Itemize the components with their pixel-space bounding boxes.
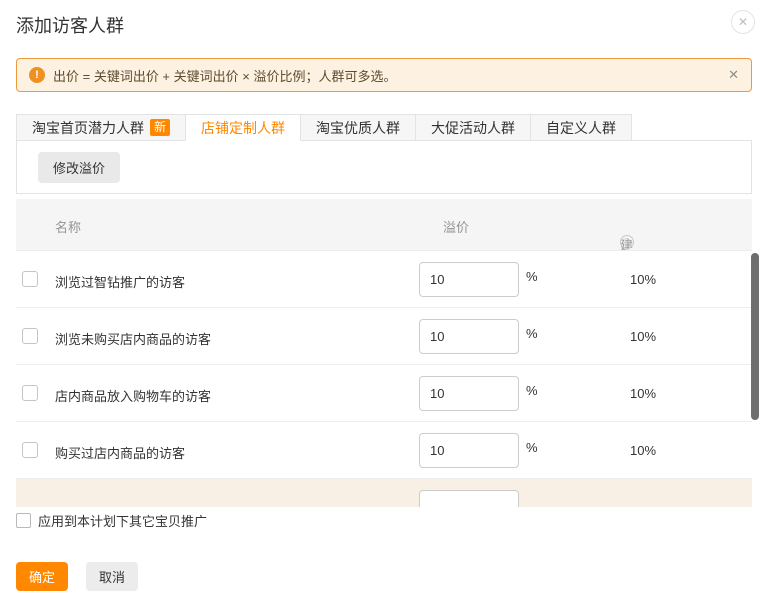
table-header: 名称 溢价 建议溢价 ? xyxy=(16,199,752,250)
audience-name: 店内商品放入购物车的访客 xyxy=(55,386,211,405)
audience-name: 浏览过智钻推广的访客 xyxy=(55,272,185,291)
premium-input[interactable] xyxy=(419,319,519,354)
cancel-button[interactable]: 取消 xyxy=(86,562,138,591)
tab-custom-audience[interactable]: 自定义人群 xyxy=(530,114,632,141)
suggested-premium: 10% xyxy=(630,329,656,344)
modal-title: 添加访客人群 xyxy=(16,12,124,38)
table-row: 浏览未购买店内商品的访客 % 10% xyxy=(16,308,752,365)
percent-label: % xyxy=(526,269,538,284)
tab-shop-custom[interactable]: 店铺定制人群 xyxy=(185,114,301,141)
tab-promotion-event[interactable]: 大促活动人群 xyxy=(415,114,531,141)
tab-label: 淘宝首页潜力人群 xyxy=(32,118,144,138)
suggested-premium: 10% xyxy=(630,272,656,287)
percent-label: % xyxy=(526,326,538,341)
apply-checkbox[interactable] xyxy=(16,513,31,528)
premium-input[interactable] xyxy=(419,376,519,411)
table-row: 店内商品放入购物车的访客 % 10% xyxy=(16,365,752,422)
alert-text: 出价 = 关键词出价 + 关键词出价 × 溢价比例；人群可多选。 xyxy=(53,66,396,85)
column-header-name: 名称 xyxy=(55,217,81,236)
tab-label: 大促活动人群 xyxy=(431,118,515,138)
premium-input[interactable] xyxy=(419,433,519,468)
alert-close-icon[interactable]: ✕ xyxy=(728,67,739,83)
row-checkbox[interactable] xyxy=(22,385,38,401)
tab-label: 淘宝优质人群 xyxy=(316,118,400,138)
suggested-premium: 10% xyxy=(630,443,656,458)
apply-to-other-promotions: 应用到本计划下其它宝贝推广 xyxy=(16,511,207,530)
percent-label: % xyxy=(526,383,538,398)
audience-tabs: 淘宝首页潜力人群 新 店铺定制人群 淘宝优质人群 大促活动人群 自定义人群 xyxy=(16,114,752,141)
row-checkbox[interactable] xyxy=(22,328,38,344)
suggested-premium: 10% xyxy=(630,386,656,401)
close-icon: ✕ xyxy=(738,15,748,29)
table-row: 浏览过智钻推广的访客 % 10% xyxy=(16,251,752,308)
premium-input[interactable] xyxy=(419,262,519,297)
new-badge: 新 xyxy=(150,119,170,136)
premium-input[interactable] xyxy=(419,490,519,507)
help-icon[interactable]: ? xyxy=(620,235,634,249)
column-header-premium: 溢价 xyxy=(443,217,469,236)
modify-premium-button[interactable]: 修改溢价 xyxy=(38,152,120,183)
warning-icon: ! xyxy=(29,67,45,83)
confirm-button[interactable]: 确定 xyxy=(16,562,68,591)
audience-name: 购买过店内商品的访客 xyxy=(55,443,185,462)
audience-name: 浏览未购买店内商品的访客 xyxy=(55,329,211,348)
tab-taobao-quality[interactable]: 淘宝优质人群 xyxy=(300,114,416,141)
footer-buttons: 确定 取消 xyxy=(16,562,138,591)
table-row: 购买过店内商品的访客 % 10% xyxy=(16,422,752,479)
row-checkbox[interactable] xyxy=(22,271,38,287)
tab-label: 店铺定制人群 xyxy=(201,118,285,138)
audience-table-body[interactable]: 浏览过智钻推广的访客 % 10% 浏览未购买店内商品的访客 % 10% 店内商品… xyxy=(16,250,752,507)
tab-content-panel: 修改溢价 xyxy=(16,141,752,194)
bid-formula-alert: ! 出价 = 关键词出价 + 关键词出价 × 溢价比例；人群可多选。 ✕ xyxy=(16,58,752,92)
modal-close-button[interactable]: ✕ xyxy=(731,10,755,34)
percent-label: % xyxy=(526,440,538,455)
row-checkbox[interactable] xyxy=(22,442,38,458)
tab-label: 自定义人群 xyxy=(546,118,616,138)
scrollbar-thumb[interactable] xyxy=(751,253,759,420)
tab-taobao-homepage-potential[interactable]: 淘宝首页潜力人群 新 xyxy=(16,114,186,141)
table-row-partial xyxy=(16,479,752,507)
add-visitor-audience-modal: 添加访客人群 ✕ ! 出价 = 关键词出价 + 关键词出价 × 溢价比例；人群可… xyxy=(0,0,768,611)
apply-checkbox-label: 应用到本计划下其它宝贝推广 xyxy=(38,511,207,530)
